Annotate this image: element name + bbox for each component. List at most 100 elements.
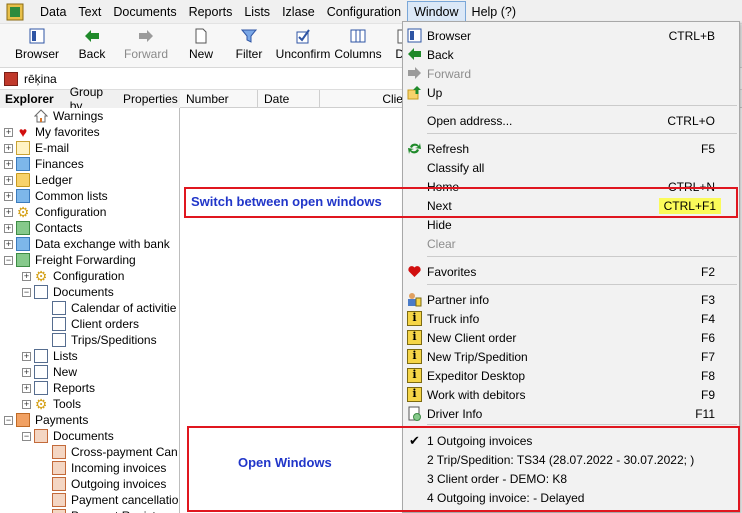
window-menu-item-partner-info[interactable]: Partner info F3 (403, 290, 739, 309)
tree-item[interactable]: + Finances (0, 156, 179, 172)
expand-icon[interactable]: + (4, 175, 13, 185)
window-menu-item-work-with-debitors[interactable]: i Work with debitors F9 (403, 385, 739, 404)
menu-item-label: Truck info (427, 311, 480, 326)
expand-icon[interactable]: + (4, 223, 13, 233)
heart-icon (407, 264, 422, 279)
new-button[interactable]: New (182, 24, 220, 67)
tree-item[interactable]: − Payments (0, 412, 179, 428)
gear-icon: ⚙ (16, 204, 30, 220)
tree-item-label: New (53, 365, 78, 379)
tree-item[interactable]: Trips/Speditions (0, 332, 179, 348)
tree-item-label: E-mail (35, 141, 70, 155)
menu-lists[interactable]: Lists (238, 2, 276, 22)
document-icon (52, 317, 66, 331)
tree-item[interactable]: + Reports (0, 380, 179, 396)
menu-help[interactable]: Help (?) (466, 2, 522, 22)
window-menu-item-classify-all[interactable]: Classify all (403, 158, 739, 177)
tree-item[interactable]: Incoming invoices (0, 460, 179, 476)
window-menu-item-up[interactable]: Up (403, 83, 739, 102)
tree-item[interactable]: + E-mail (0, 140, 179, 156)
expand-icon[interactable]: + (4, 191, 13, 201)
browser-button[interactable]: Browser (0, 24, 74, 67)
menu-item-label: Back (427, 47, 454, 62)
window-menu-item-refresh[interactable]: Refresh F5 (403, 139, 739, 158)
expand-icon[interactable]: + (22, 399, 31, 409)
tree-item[interactable]: + New (0, 364, 179, 380)
window-menu-item-new-trip-spedition[interactable]: i New Trip/Spedition F7 (403, 347, 739, 366)
tree-item[interactable]: + ⚙ Tools (0, 396, 179, 412)
collapse-icon[interactable]: − (4, 415, 13, 425)
menu-item-shortcut: F2 (700, 264, 715, 279)
expand-icon[interactable]: + (22, 367, 31, 377)
menu-reports[interactable]: Reports (183, 2, 239, 22)
tree-item[interactable]: + Data exchange with bank (0, 236, 179, 252)
tree-item[interactable]: + ♥ My favorites (0, 124, 179, 140)
tree-item[interactable]: − Documents (0, 428, 179, 444)
document-icon (52, 301, 66, 315)
expand-icon[interactable]: + (4, 143, 13, 153)
folder-icon (16, 173, 30, 187)
menu-item-shortcut: F7 (700, 349, 715, 364)
window-menu-item-driver-info[interactable]: Driver Info F11 (403, 404, 739, 423)
tree-item[interactable]: Warnings (0, 108, 179, 124)
tree-item[interactable]: Calendar of activitie (0, 300, 179, 316)
column-header-number[interactable]: Number (180, 90, 258, 107)
expand-icon[interactable]: + (22, 271, 31, 281)
app-icon[interactable] (6, 3, 24, 21)
menu-izlase[interactable]: Izlase (276, 2, 321, 22)
tab-properties[interactable]: Properties (118, 92, 183, 106)
unconfirm-button[interactable]: Unconfirm (276, 24, 330, 67)
tree-item-label: Configuration (53, 269, 125, 283)
window-menu-item-forward[interactable]: Forward (403, 64, 739, 83)
column-header-date[interactable]: Date (258, 90, 320, 107)
filter-button[interactable]: Filter (220, 24, 278, 67)
expand-icon[interactable]: + (4, 207, 13, 217)
window-menu-item-open-address[interactable]: Open address... CTRL+O (403, 111, 739, 130)
document-icon (52, 477, 66, 491)
menu-configuration[interactable]: Configuration (321, 2, 407, 22)
tree-item[interactable]: + ⚙ Configuration (0, 268, 179, 284)
menu-separator (427, 424, 737, 425)
expand-icon[interactable]: + (22, 351, 31, 361)
browser-icon (29, 28, 45, 44)
expand-icon[interactable]: + (4, 159, 13, 169)
window-menu-item-new-client-order[interactable]: i New Client order F6 (403, 328, 739, 347)
tab-explorer[interactable]: Explorer (0, 92, 59, 106)
collapse-icon[interactable]: − (22, 287, 31, 297)
tree-item[interactable]: − Documents (0, 284, 179, 300)
tree-item[interactable]: − Freight Forwarding (0, 252, 179, 268)
tree-item[interactable]: + Common lists (0, 188, 179, 204)
menu-window[interactable]: Window (407, 0, 466, 23)
menu-documents[interactable]: Documents (107, 2, 182, 22)
menu-text[interactable]: Text (72, 2, 107, 22)
menu-item-label: Open address... (427, 113, 513, 128)
columns-button[interactable]: Columns (328, 24, 388, 67)
tree-item[interactable]: + Contacts (0, 220, 179, 236)
tree-item[interactable]: + ⚙ Configuration (0, 204, 179, 220)
tree-item[interactable]: + Ledger (0, 172, 179, 188)
info-icon: i (407, 311, 422, 326)
expand-icon[interactable]: + (4, 127, 13, 137)
menu-data[interactable]: Data (34, 2, 72, 22)
new-icon (34, 365, 48, 379)
tree-item[interactable]: Outgoing invoices (0, 476, 179, 492)
menu-item-shortcut: F9 (700, 387, 715, 402)
back-button[interactable]: Back (74, 24, 110, 67)
window-menu-item-truck-info[interactable]: i Truck info F4 (403, 309, 739, 328)
tree-item[interactable]: Cross-payment Can (0, 444, 179, 460)
window-menu-item-browser[interactable]: Browser CTRL+B (403, 26, 739, 45)
tree-item[interactable]: Client orders (0, 316, 179, 332)
collapse-icon[interactable]: − (4, 255, 13, 265)
tree-item[interactable]: + Lists (0, 348, 179, 364)
window-menu-item-expeditor-desktop[interactable]: i Expeditor Desktop F8 (403, 366, 739, 385)
tree-item[interactable]: Payment Regist (0, 508, 179, 513)
window-menu-item-favorites[interactable]: Favorites F2 (403, 262, 739, 281)
window-menu-item-clear[interactable]: Clear (403, 234, 739, 253)
expand-icon[interactable]: + (22, 383, 31, 393)
collapse-icon[interactable]: − (22, 431, 31, 441)
list-icon (34, 349, 48, 363)
expand-icon[interactable]: + (4, 239, 13, 249)
window-menu-item-back[interactable]: Back (403, 45, 739, 64)
forward-button[interactable]: Forward (110, 24, 182, 67)
tree-item[interactable]: Payment cancellatio (0, 492, 179, 508)
